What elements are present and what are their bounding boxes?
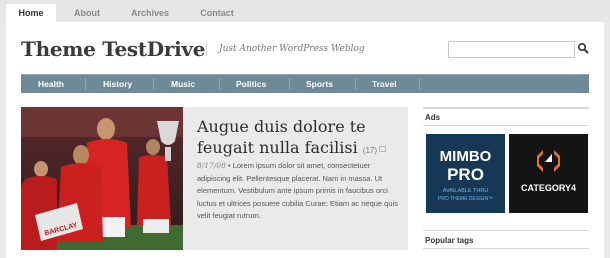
category-divider [219, 78, 220, 90]
category-divider [153, 78, 154, 90]
tab-archives[interactable]: Archives [124, 4, 176, 22]
tab-about[interactable]: About [62, 4, 112, 22]
sidebar-divider [423, 107, 589, 109]
category-health[interactable]: Health [38, 75, 64, 93]
category-politics[interactable]: Politics [236, 75, 266, 93]
comment-count[interactable]: (17) [363, 146, 377, 155]
category-sports[interactable]: Sports [306, 75, 333, 93]
category-travel[interactable]: Travel [372, 75, 397, 93]
category-divider [355, 78, 356, 90]
tagline-divider [206, 43, 207, 56]
tab-home[interactable]: Home [6, 4, 56, 22]
category-divider [85, 78, 86, 90]
category-divider [289, 78, 290, 90]
ad-category4[interactable]: CATEGORY4 [509, 134, 588, 213]
featured-post-title[interactable]: Augue duis dolore te feugait nulla facil… [197, 116, 402, 161]
post-title-text[interactable]: Augue duis dolore te feugait nulla facil… [197, 117, 366, 157]
ad-mimbo-line3: AVAILABLE THRU [443, 188, 489, 194]
popular-tags-heading: Popular tags [425, 236, 474, 245]
ads-heading: Ads [425, 113, 441, 122]
featured-post-excerpt: 8/17/08 • Lorem ipsum dolor sit amet, co… [197, 160, 402, 223]
ad-mimbo-pro[interactable]: MIMBO PRO AVAILABLE THRU PRO THEME DESIG… [426, 134, 505, 213]
category-divider [419, 78, 420, 90]
category-music[interactable]: Music [171, 75, 195, 93]
date-separator: • [225, 161, 233, 170]
sidebar-divider [423, 125, 589, 126]
comment-icon [379, 145, 387, 152]
site-tagline: Just Another WordPress Weblog [219, 44, 365, 54]
category-navigation: Health History Music Politics Sports Tra… [21, 74, 589, 93]
ad-mimbo-line1: MIMBO [440, 148, 492, 165]
sidebar-divider [423, 230, 589, 231]
featured-post-photo[interactable]: BARCLAY [21, 107, 183, 250]
search-input[interactable] [448, 41, 575, 58]
sidebar-divider [423, 248, 589, 249]
site-title[interactable]: Theme TestDrive [21, 37, 205, 61]
ad-category4-name: CATEGORY4 [521, 183, 576, 193]
tab-contact[interactable]: Contact [192, 4, 242, 22]
ad-mimbo-line4: PRO THEME DESIGN™ [438, 196, 493, 202]
top-navigation: Home About Archives Contact [0, 0, 610, 22]
ad-mimbo-line2: PRO [447, 165, 484, 184]
post-date: 8/17/08 [197, 161, 226, 170]
search-icon[interactable] [577, 42, 590, 55]
category-history[interactable]: History [103, 75, 132, 93]
